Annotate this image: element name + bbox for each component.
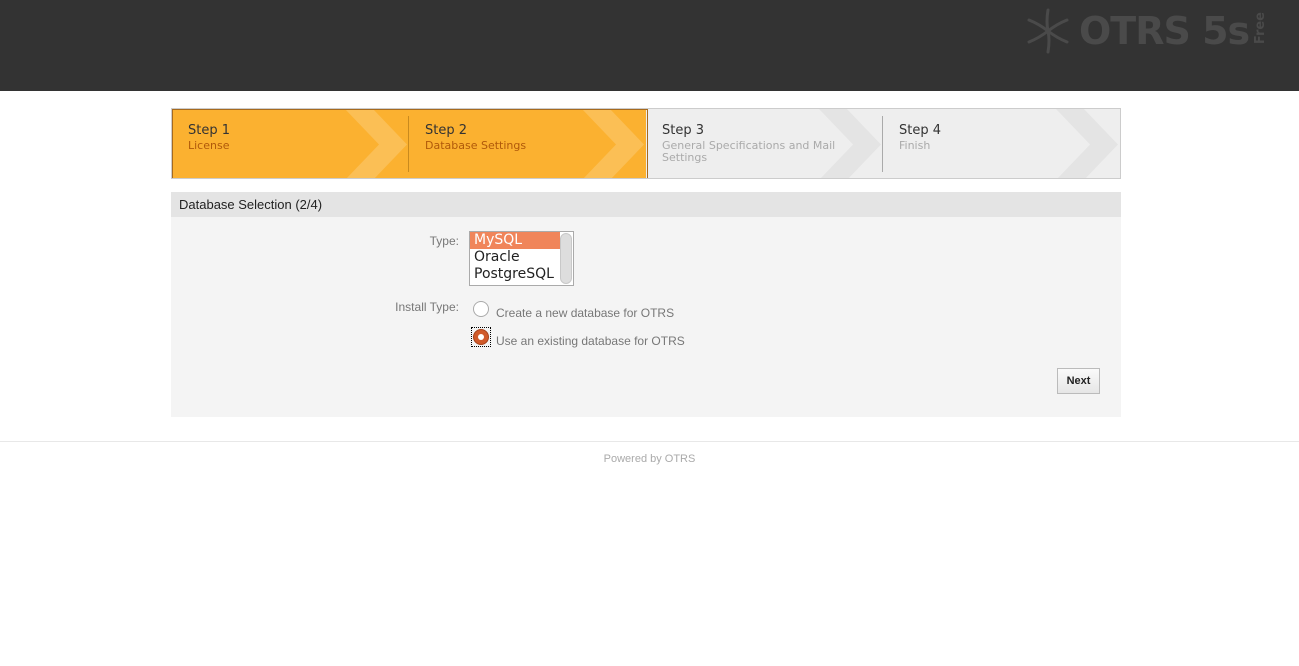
radio-new-database[interactable] [473,301,489,317]
option-mysql[interactable]: MySQL [470,232,560,249]
step-title: Step 1 [188,123,231,138]
install-option-new[interactable]: Create a new database for OTRS [473,298,674,320]
otrs-logo: OTRS 5s Free [1025,6,1268,56]
step-title: Step 2 [425,123,468,138]
step-title: Step 4 [899,123,942,138]
next-button[interactable]: Next [1057,368,1100,394]
panel-title: Database Selection (2/4) [171,192,1121,217]
radio-existing-database[interactable] [473,329,489,345]
install-type-label: Install Type: [395,300,459,314]
database-type-select[interactable]: MySQL Oracle PostgreSQL [469,231,574,286]
database-selection-panel: Database Selection (2/4) Type: MySQL Ora… [171,192,1121,417]
step-subtitle: License [188,139,230,152]
step-subtitle: General Specifications and Mail Settings [662,139,836,164]
footer: Powered by OTRS [0,441,1299,465]
option-oracle[interactable]: Oracle [470,249,560,266]
wizard-steps: Step 1 License Step 2 Database Settings … [171,108,1121,179]
step-2: Step 2 Database Settings [409,109,646,178]
otrs-star-icon [1027,8,1069,54]
powered-by-link[interactable]: Powered by OTRS [604,453,696,465]
step-title: Step 3 [662,123,705,138]
step-subtitle: Finish [899,139,931,152]
step-subtitle: Database Settings [425,139,527,152]
top-header: OTRS 5s Free [0,0,1299,91]
step-1: Step 1 License [172,109,409,178]
step-3: Step 3 General Specifications and Mail S… [646,109,883,178]
option-postgresql[interactable]: PostgreSQL [470,266,560,283]
scrollbar[interactable] [560,233,572,284]
type-label: Type: [429,234,459,248]
install-option-existing[interactable]: Use an existing database for OTRS [471,326,685,348]
step-4: Step 4 Finish [883,109,1120,178]
